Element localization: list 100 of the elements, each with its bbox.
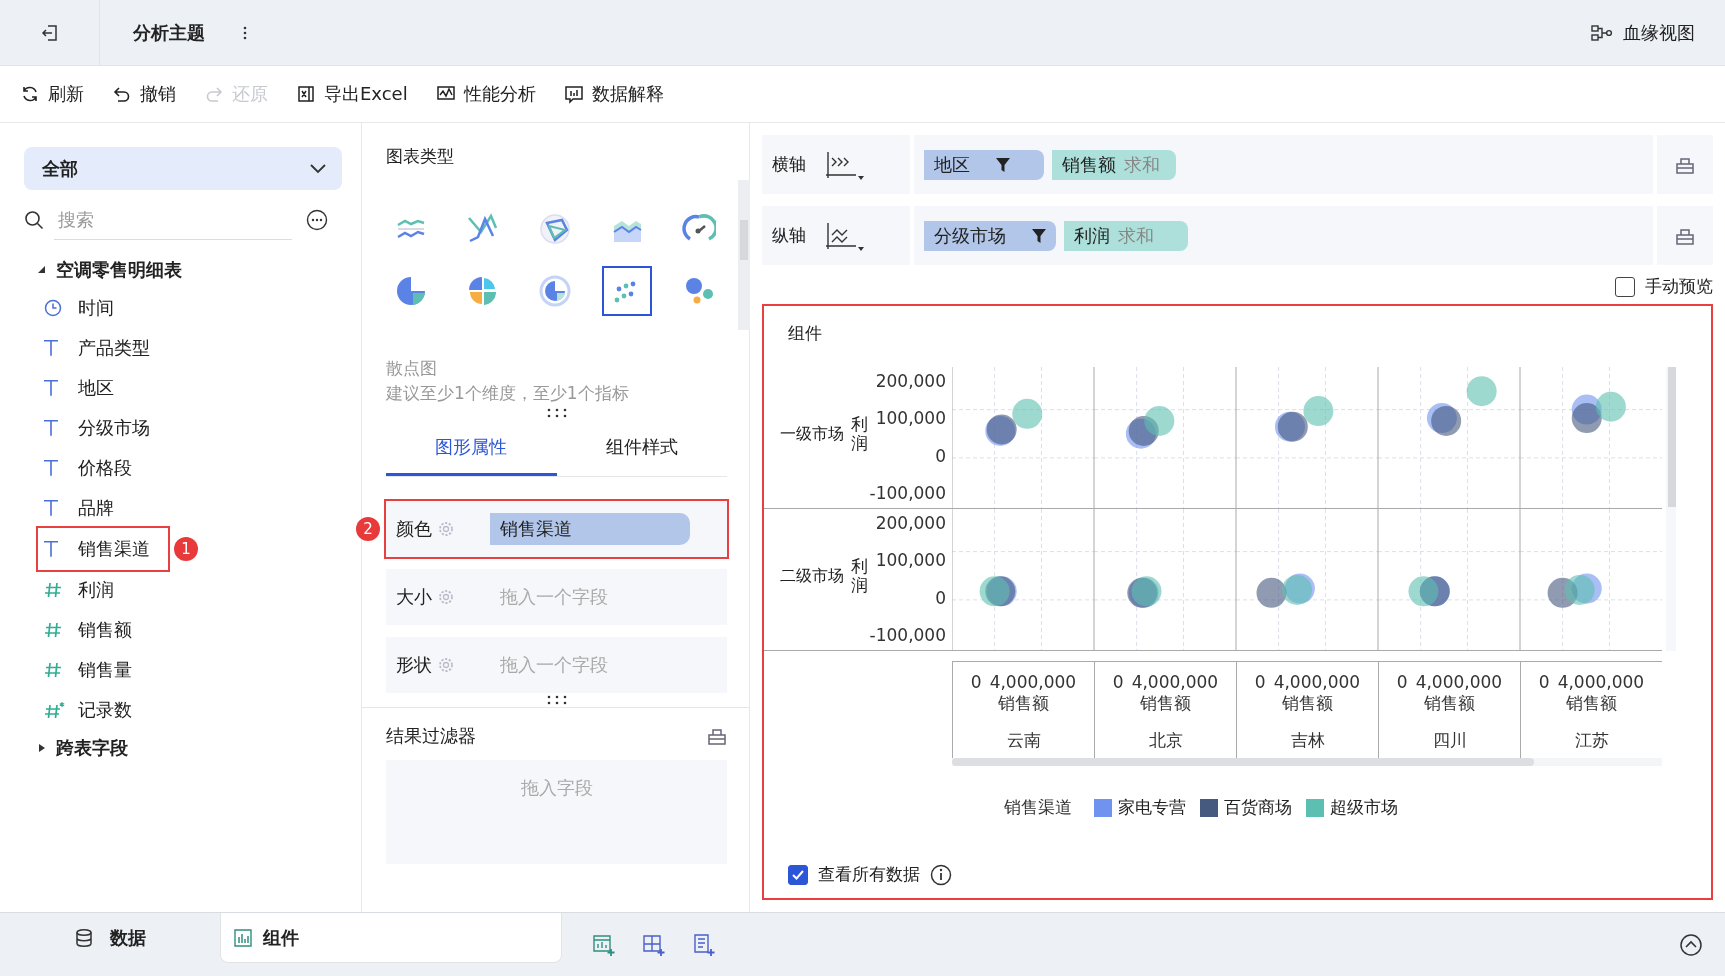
tick-label: 0 <box>1396 672 1408 692</box>
number-type-icon <box>44 621 62 639</box>
scrollbar-track[interactable] <box>1666 367 1676 651</box>
field-item[interactable]: 记录数 <box>78 698 132 722</box>
search-field[interactable]: 搜索 <box>54 200 292 240</box>
info-icon[interactable] <box>930 863 952 886</box>
table-group[interactable]: 跨表字段 <box>24 730 361 766</box>
group-label: 空调零售明细表 <box>56 258 182 282</box>
tick-label: 100,000 <box>875 408 946 429</box>
column-label: 江苏 <box>1574 729 1609 752</box>
donut-chart-icon <box>538 274 572 308</box>
axis-selector[interactable]: 纵轴 <box>762 206 910 265</box>
axis-title: 利润 <box>850 415 868 453</box>
scrollbar-track[interactable] <box>738 180 750 330</box>
exit-icon <box>39 22 60 43</box>
more-options-icon[interactable] <box>306 209 328 231</box>
attribute-label: 颜色 <box>396 517 432 541</box>
field-item[interactable]: 产品类型 <box>78 336 150 360</box>
collapse-up-icon[interactable] <box>1679 932 1703 957</box>
tick-label: -100,000 <box>869 483 946 503</box>
axis-title: 利润 <box>850 557 868 595</box>
axis-title: 销售额 <box>1424 692 1475 715</box>
field-item[interactable]: 地区 <box>78 376 114 400</box>
tick-label: 0 <box>935 587 946 608</box>
field-item[interactable]: 销售量 <box>78 658 132 682</box>
search-icon <box>24 210 44 230</box>
measure-chip[interactable]: 销售额 求和 <box>1052 149 1176 180</box>
legend-label: 家电专营 <box>1118 796 1186 819</box>
undo-icon <box>112 84 132 104</box>
toolbox-icon[interactable] <box>1675 155 1695 174</box>
field-item[interactable]: 品牌 <box>78 496 114 520</box>
add-chart-icon[interactable] <box>592 932 616 957</box>
field-item[interactable]: 价格段 <box>78 456 132 480</box>
tick-label: 0 <box>1254 672 1266 692</box>
toolbox-icon[interactable] <box>1675 226 1695 245</box>
scope-dropdown[interactable]: 全部 <box>24 147 342 190</box>
tick-label: 200,000 <box>875 513 946 533</box>
text-type-icon <box>44 420 58 436</box>
legend-title: 销售渠道 <box>1004 796 1072 819</box>
drag-handle-icon[interactable] <box>545 695 568 705</box>
legend-label: 百货商场 <box>1224 796 1292 819</box>
tick-label: 4,000,000 <box>1557 672 1645 692</box>
add-layout-icon[interactable] <box>642 932 666 957</box>
field-pill[interactable]: 销售渠道 <box>490 513 690 545</box>
drag-handle-icon[interactable] <box>545 408 568 418</box>
caret-icon <box>38 266 46 274</box>
checkbox-label: 手动预览 <box>1645 275 1713 298</box>
toolbar-button[interactable]: 导出Excel <box>296 82 408 106</box>
axis-selector[interactable]: 横轴 <box>762 135 910 194</box>
toolbar-button[interactable]: 撤销 <box>112 82 176 106</box>
property-tab[interactable]: 组件样式 <box>556 420 727 476</box>
axis-title: 销售额 <box>1566 692 1617 715</box>
more-icon[interactable] <box>243 25 247 40</box>
lineage-view-button[interactable]: 血缘视图 <box>1591 20 1695 45</box>
row-label: 二级市场 <box>780 565 844 587</box>
bottom-tab[interactable]: 组件 <box>220 913 562 963</box>
bottom-tab[interactable]: 数据 <box>0 913 220 963</box>
toolbox-icon[interactable] <box>707 727 727 745</box>
axis-title: 销售额 <box>1282 692 1333 715</box>
toolbar-button[interactable]: 刷新 <box>20 82 84 106</box>
property-tab[interactable]: 图形属性 <box>386 420 557 476</box>
table-group[interactable]: 空调零售明细表 <box>24 252 361 288</box>
field-item[interactable]: 分级市场 <box>78 416 150 440</box>
toolbar-button[interactable]: 数据解释 <box>563 82 664 106</box>
dimension-chip[interactable]: 地区 <box>924 149 1044 180</box>
lineage-icon <box>1591 23 1613 42</box>
step-badge: 2 <box>356 517 380 541</box>
scrollbar-thumb[interactable] <box>952 758 1534 766</box>
add-report-icon[interactable] <box>692 932 716 957</box>
field-item[interactable]: 利润 <box>78 578 114 602</box>
column-label: 吉林 <box>1290 729 1325 752</box>
checkbox-label: 查看所有数据 <box>818 863 920 886</box>
text-type-icon <box>44 460 58 476</box>
field-item[interactable]: 销售渠道 <box>78 537 150 561</box>
bar-chart-icon <box>563 84 584 104</box>
field-item[interactable]: 时间 <box>78 296 114 320</box>
legend-label: 超级市场 <box>1330 796 1398 819</box>
dimension-chip[interactable]: 分级市场 <box>924 220 1056 251</box>
checkbox[interactable] <box>1615 276 1635 297</box>
scrollbar-track[interactable] <box>952 758 1662 766</box>
tick-label: 4,000,000 <box>989 672 1077 692</box>
axis-title: 销售额 <box>1140 692 1191 715</box>
column-label: 四川 <box>1432 729 1467 752</box>
toolbar-button[interactable]: 性能分析 <box>435 82 536 106</box>
text-type-icon <box>44 541 58 557</box>
tick-label: 4,000,000 <box>1131 672 1219 692</box>
scrollbar-thumb[interactable] <box>1668 367 1676 507</box>
checkbox[interactable] <box>788 864 808 885</box>
field-item[interactable]: 销售额 <box>78 618 132 642</box>
measure-chip[interactable]: 利润 求和 <box>1064 220 1188 251</box>
chevron-down-icon <box>310 163 326 174</box>
attribute-label: 形状 <box>396 653 432 677</box>
pie-chart-icon <box>394 274 428 308</box>
axis-title: 销售额 <box>998 692 1049 715</box>
caret-icon <box>38 744 46 752</box>
step-badge: 1 <box>174 537 198 561</box>
tick-label: 4,000,000 <box>1415 672 1503 692</box>
filter-title: 结果过滤器 <box>386 724 476 748</box>
chart-type-button[interactable] <box>602 266 652 316</box>
row-label: 一级市场 <box>780 423 844 445</box>
